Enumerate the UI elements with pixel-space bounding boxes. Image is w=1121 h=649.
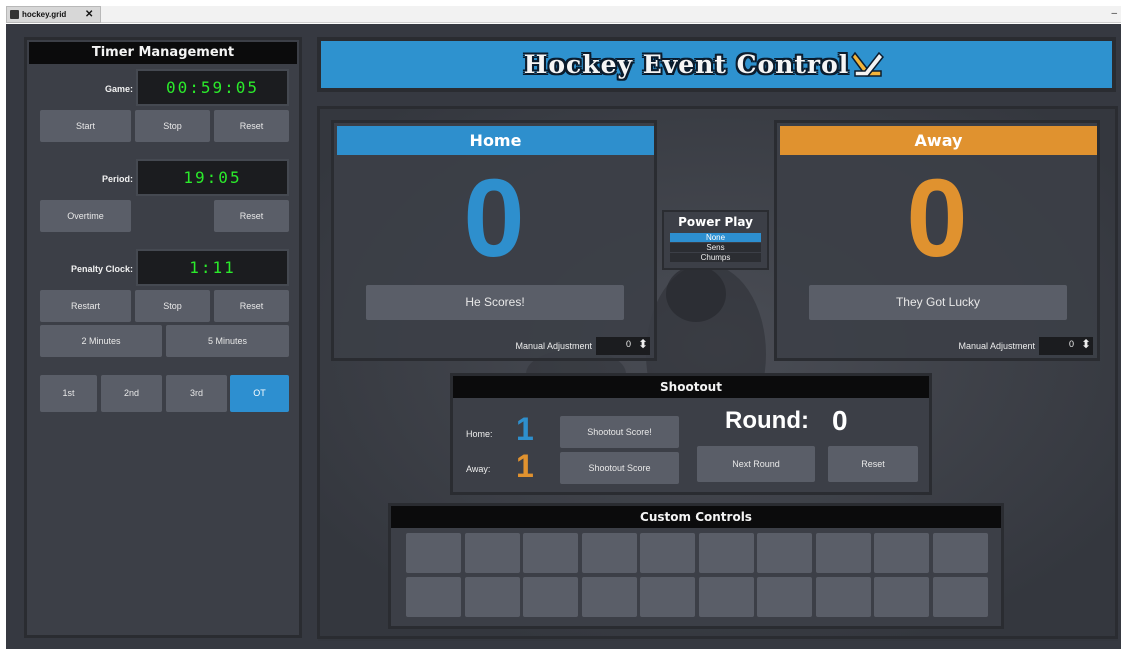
game-stop-button[interactable]: Stop	[135, 110, 210, 142]
power-play-option-chumps[interactable]: Chumps	[670, 253, 761, 262]
custom-control-button[interactable]	[932, 577, 988, 617]
period-2nd-button[interactable]: 2nd	[101, 375, 162, 412]
custom-control-button[interactable]	[815, 533, 871, 573]
two-minutes-button[interactable]: 2 Minutes	[40, 325, 162, 357]
home-team-name: Home	[337, 126, 654, 155]
power-play-title: Power Play	[678, 215, 753, 229]
spin-arrows-icon[interactable]: ⬍	[638, 337, 648, 351]
round-value: 0	[832, 405, 848, 436]
period-1st-button[interactable]: 1st	[40, 375, 97, 412]
custom-controls-title: Custom Controls	[391, 506, 1001, 528]
document-tab[interactable]: hockey.grid ✕	[6, 6, 101, 23]
custom-control-button[interactable]	[581, 533, 637, 573]
custom-control-button[interactable]	[698, 577, 754, 617]
away-adjust-spinbox[interactable]: 0 ⬍	[1039, 337, 1093, 355]
penalty-clock: 1:11	[136, 249, 289, 286]
shootout-home-score-button[interactable]: Shootout Score!	[560, 416, 679, 448]
custom-control-button[interactable]	[932, 533, 988, 573]
custom-control-button[interactable]	[523, 577, 578, 617]
penalty-label: Penalty Clock:	[70, 264, 133, 274]
period-3rd-button[interactable]: 3rd	[166, 375, 227, 412]
period-label: Period:	[101, 174, 133, 184]
banner-bar: Hockey Event Control	[321, 41, 1112, 88]
shootout-away-score: 1	[516, 448, 534, 484]
penalty-stop-button[interactable]: Stop	[135, 290, 210, 322]
workspace: Timer Management Game: 00:59:05 Start St…	[6, 24, 1121, 649]
custom-control-button[interactable]	[874, 577, 929, 617]
game-start-button[interactable]: Start	[40, 110, 131, 142]
custom-control-button[interactable]	[757, 577, 812, 617]
overtime-button[interactable]: Overtime	[40, 200, 131, 232]
round-label: Round:	[725, 407, 809, 434]
away-score-button[interactable]: They Got Lucky	[809, 285, 1067, 320]
game-reset-button[interactable]: Reset	[214, 110, 289, 142]
shootout-reset-button[interactable]: Reset	[828, 446, 918, 482]
away-adjust-value: 0	[1069, 339, 1075, 349]
power-play-panel: Power Play None Sens Chumps	[662, 210, 769, 270]
home-score: 0	[463, 157, 525, 280]
period-reset-button[interactable]: Reset	[214, 200, 289, 232]
shootout-away-label: Away:	[466, 464, 491, 474]
home-team-panel: Home 0 He Scores! Manual Adjustment 0 ⬍	[331, 120, 657, 361]
home-adjust-value: 0	[626, 339, 632, 349]
minimize-button[interactable]: –	[1111, 8, 1117, 19]
tab-close-icon[interactable]: ✕	[85, 7, 93, 22]
game-clock: 00:59:05	[136, 69, 289, 106]
tab-strip: hockey.grid ✕ –	[6, 6, 1121, 23]
custom-controls-grid	[406, 533, 991, 619]
power-play-option-none[interactable]: None	[670, 233, 761, 242]
custom-control-button[interactable]	[874, 533, 929, 573]
custom-controls-panel: Custom Controls	[388, 503, 1004, 629]
shootout-home-score: 1	[516, 411, 534, 447]
custom-control-button[interactable]	[464, 577, 520, 617]
custom-control-button[interactable]	[757, 533, 812, 573]
custom-control-button[interactable]	[406, 577, 461, 617]
grid-file-icon	[10, 10, 19, 19]
power-play-option-sens[interactable]: Sens	[670, 243, 761, 252]
away-team-panel: Away 0 They Got Lucky Manual Adjustment …	[774, 120, 1100, 361]
custom-control-button[interactable]	[406, 533, 461, 573]
custom-control-button[interactable]	[815, 577, 871, 617]
away-score: 0	[906, 157, 968, 280]
shootout-away-score-button[interactable]: Shootout Score	[560, 452, 679, 484]
home-score-button[interactable]: He Scores!	[366, 285, 624, 320]
custom-control-button[interactable]	[523, 533, 578, 573]
home-adjust-label: Manual Adjustment	[515, 341, 592, 351]
penalty-reset-button[interactable]: Reset	[214, 290, 289, 322]
banner-title: Hockey Event Control	[523, 50, 850, 79]
next-round-button[interactable]: Next Round	[697, 446, 815, 482]
game-label: Game:	[104, 84, 133, 94]
banner: Hockey Event Control	[317, 37, 1116, 92]
home-adjust-spinbox[interactable]: 0 ⬍	[596, 337, 650, 355]
tab-title: hockey.grid	[22, 10, 67, 19]
shootout-title: Shootout	[453, 376, 929, 398]
away-team-name: Away	[780, 126, 1097, 155]
period-clock: 19:05	[136, 159, 289, 196]
custom-control-button[interactable]	[581, 577, 637, 617]
shootout-home-label: Home:	[466, 429, 493, 439]
penalty-restart-button[interactable]: Restart	[40, 290, 131, 322]
spin-arrows-icon[interactable]: ⬍	[1081, 337, 1091, 351]
away-adjust-label: Manual Adjustment	[958, 341, 1035, 351]
hockey-sticks-icon	[851, 51, 885, 77]
timer-title: Timer Management	[29, 42, 297, 64]
timer-management-panel: Timer Management Game: 00:59:05 Start St…	[24, 37, 302, 638]
custom-control-button[interactable]	[464, 533, 520, 573]
shootout-panel: Shootout Home: 1 Shootout Score! Away: 1…	[450, 373, 932, 495]
custom-control-button[interactable]	[640, 533, 695, 573]
custom-control-button[interactable]	[698, 533, 754, 573]
period-ot-button[interactable]: OT	[230, 375, 289, 412]
five-minutes-button[interactable]: 5 Minutes	[166, 325, 289, 357]
custom-control-button[interactable]	[640, 577, 695, 617]
